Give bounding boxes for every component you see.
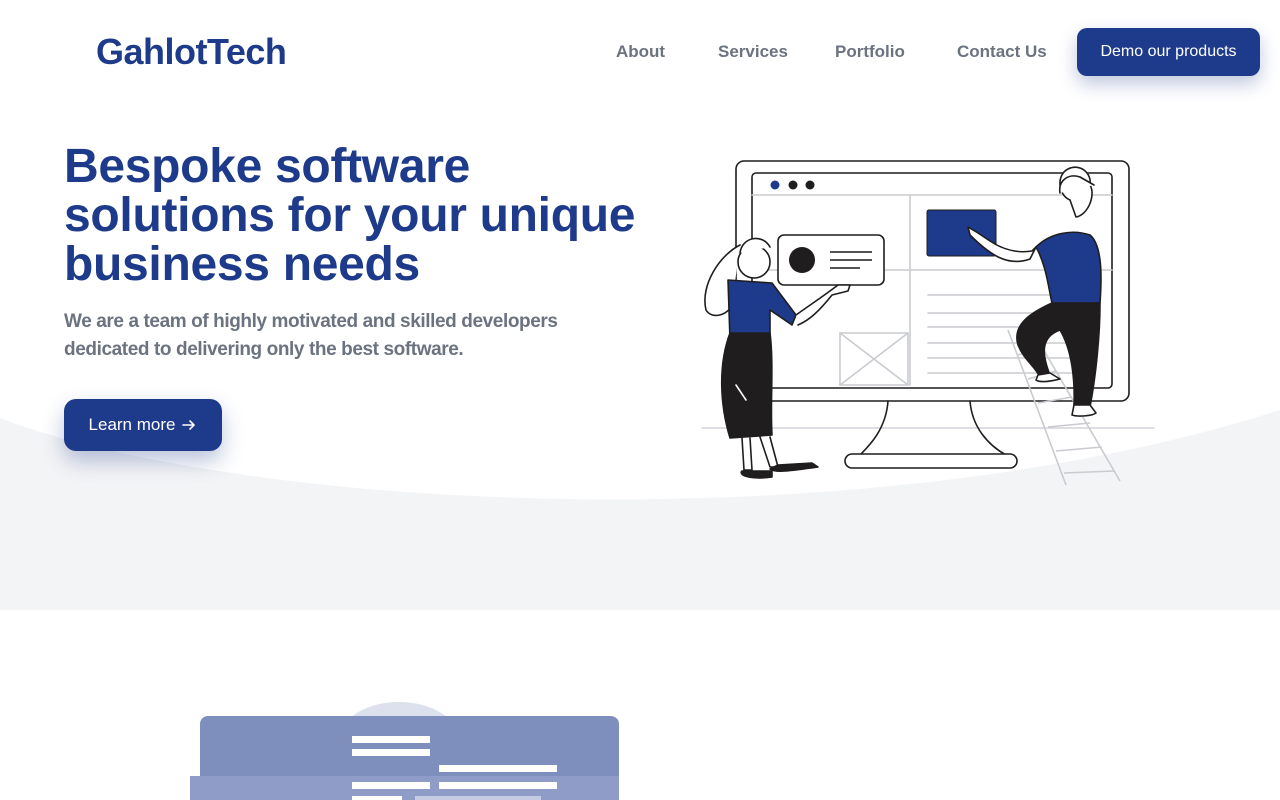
arrow-right-icon xyxy=(182,420,196,430)
web-page-layout-illustration xyxy=(190,702,619,800)
landing-page: GahlotTech About Services Portfolio Cont… xyxy=(0,0,1280,800)
nav-portfolio-link[interactable]: Portfolio xyxy=(835,42,905,62)
site-header: GahlotTech About Services Portfolio Cont… xyxy=(0,0,1280,104)
nav-about-link[interactable]: About xyxy=(616,42,665,62)
hero-title: Bespoke software solutions for your uniq… xyxy=(64,140,636,291)
learn-more-label: Learn more xyxy=(88,415,176,434)
learn-more-button[interactable]: Learn more xyxy=(64,399,222,451)
team-building-website-illustration xyxy=(701,160,1155,486)
nav-contact-link[interactable]: Contact Us xyxy=(957,42,1047,62)
hero-subtitle: We are a team of highly motivated and sk… xyxy=(64,311,558,360)
demo-products-button[interactable]: Demo our products xyxy=(1077,28,1260,76)
brand-logo[interactable]: GahlotTech xyxy=(96,31,287,73)
nav-services-link[interactable]: Services xyxy=(718,42,788,62)
